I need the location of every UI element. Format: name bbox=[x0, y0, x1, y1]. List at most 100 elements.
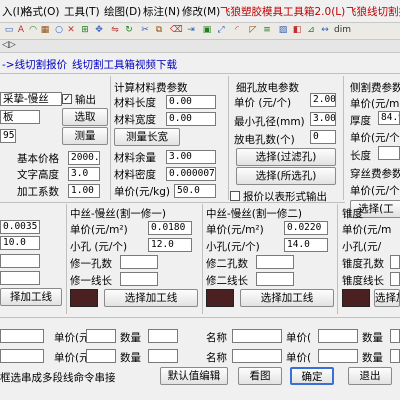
arc-tool-icon[interactable]: ◠ bbox=[28, 25, 38, 36]
edm-min-hole-field[interactable]: 3.00 bbox=[310, 112, 336, 126]
other-row1-qty2-field[interactable] bbox=[390, 329, 400, 343]
fillet-tool-icon[interactable]: ◜ bbox=[232, 25, 242, 36]
other-row1-name2-field[interactable] bbox=[232, 329, 282, 343]
size-field[interactable]: 954 bbox=[0, 129, 16, 143]
mid-slow-two-trim-count-field[interactable] bbox=[256, 255, 294, 269]
measure-tool-icon[interactable]: ⊿ bbox=[306, 25, 316, 36]
output-checkbox[interactable]: ✓ bbox=[62, 94, 72, 104]
mid-slow-one-add-line-button[interactable]: 选择加工线 bbox=[104, 289, 198, 307]
mid-slow-two-unit-price-field[interactable]: 0.0220 bbox=[284, 221, 328, 235]
edm-unit-price-field[interactable]: 2.00 bbox=[310, 93, 336, 107]
tab-wire-cut-quote[interactable]: ->线切割报价 bbox=[2, 57, 67, 72]
mid-slow-one-trim-length-field[interactable] bbox=[120, 272, 158, 286]
mid-slow-two-hole-field[interactable]: 14.0 bbox=[284, 238, 328, 252]
other-row2-unit2-field[interactable] bbox=[318, 349, 358, 363]
divider bbox=[343, 76, 344, 200]
col1-unit-price-field[interactable]: 0.0035 bbox=[0, 220, 40, 234]
move-tool-icon[interactable]: ✥ bbox=[94, 25, 104, 36]
trim-tool-icon[interactable]: ✂ bbox=[140, 25, 150, 36]
mid-slow-two-trim-length-field[interactable] bbox=[256, 272, 294, 286]
mirror-tool-icon[interactable]: ⇋ bbox=[110, 25, 120, 36]
mid-slow-two-add-line-button[interactable]: 选择加工线 bbox=[240, 289, 334, 307]
menu-wire-cut-quote[interactable]: 飞狼线切割报价 bbox=[346, 4, 400, 19]
default-edit-button[interactable]: 默认值编辑 bbox=[160, 367, 228, 385]
select-button[interactable]: 选取 bbox=[62, 108, 108, 126]
extend-tool-icon[interactable]: ⇥ bbox=[186, 25, 196, 36]
scroll-arrows-icon[interactable]: ◁▷ bbox=[2, 40, 16, 50]
edm-all-button[interactable]: 选择(所选孔) bbox=[236, 167, 336, 185]
cross-tool-icon[interactable]: ✕ bbox=[66, 25, 76, 36]
other-row2-qty-field[interactable] bbox=[148, 349, 178, 363]
col1-trim-length-field[interactable] bbox=[0, 271, 40, 285]
dimension-tool-icon[interactable]: ↔ bbox=[320, 25, 330, 36]
base-price-field[interactable]: 2000. bbox=[68, 151, 100, 165]
other-row2-name2-field[interactable] bbox=[232, 349, 282, 363]
rotate-tool-icon[interactable]: ↻ bbox=[124, 25, 134, 36]
taper-add-line-button[interactable]: 选择加工线 bbox=[374, 289, 400, 307]
other-row1-name-field[interactable] bbox=[0, 329, 44, 343]
other-row1-qty-field[interactable] bbox=[148, 329, 178, 343]
material-unit-price-field[interactable]: 50.0 bbox=[174, 184, 216, 198]
block-tool-icon[interactable]: ◧ bbox=[292, 25, 302, 36]
menu-insert[interactable]: 入(I) bbox=[2, 4, 24, 19]
mid-slow-two-hole-label: 小孔(元/个) bbox=[206, 241, 260, 253]
dim-label[interactable]: dim bbox=[334, 25, 351, 35]
side-thickness-field[interactable]: 84.9 bbox=[378, 111, 400, 125]
mid-slow-two-color-swatch[interactable] bbox=[206, 289, 234, 307]
menu-modify[interactable]: 修改(M) bbox=[182, 4, 220, 19]
report-table-checkbox[interactable] bbox=[230, 191, 240, 201]
scale-tool-icon[interactable]: ⤢ bbox=[216, 25, 226, 36]
edm-count-label: 放电孔数(个) bbox=[234, 134, 295, 146]
mid-slow-one-trim-count-label: 修一孔数 bbox=[70, 258, 112, 270]
menu-format[interactable]: 格式(O) bbox=[22, 4, 59, 19]
col1-add-line-button[interactable]: 择加工线 bbox=[0, 288, 62, 306]
material-width-field[interactable]: 0.00 bbox=[166, 112, 216, 126]
other-row2-name-field[interactable] bbox=[0, 349, 44, 363]
menu-tools[interactable]: 工具(T) bbox=[64, 4, 100, 19]
process-coef-field[interactable]: 1.00 bbox=[68, 184, 100, 198]
hatch-tool-icon[interactable]: ▨ bbox=[278, 25, 288, 36]
material-length-field[interactable]: 0.00 bbox=[166, 95, 216, 109]
mid-slow-one-trim-count-field[interactable] bbox=[120, 255, 158, 269]
other-row1-unit2-field[interactable] bbox=[318, 329, 358, 343]
erase-tool-icon[interactable]: ⌫ bbox=[170, 25, 183, 36]
tab-video-download[interactable]: 线切割工具箱视频下载 bbox=[72, 57, 177, 72]
edm-filter-button[interactable]: 选择(过滤孔) bbox=[236, 148, 336, 166]
text-height-field[interactable]: 3.0 bbox=[68, 167, 100, 181]
menu-draw[interactable]: 绘图(D) bbox=[104, 4, 141, 19]
material-margin-field[interactable]: 3.00 bbox=[166, 150, 216, 164]
exit-button[interactable]: 退出 bbox=[348, 367, 392, 385]
col1-trim-count-field[interactable] bbox=[0, 254, 40, 268]
other-row2-qty2-field[interactable] bbox=[390, 349, 400, 363]
measure-button[interactable]: 测量 bbox=[62, 127, 108, 145]
mid-slow-one-hole-field[interactable]: 12.0 bbox=[148, 238, 192, 252]
edm-count-field[interactable]: 0 bbox=[310, 130, 336, 144]
taper-length-field[interactable] bbox=[390, 272, 400, 286]
layer-tool-icon[interactable]: ≡ bbox=[262, 25, 272, 36]
col1-hole-field[interactable]: 10.0 bbox=[0, 236, 40, 250]
mid-slow-one-unit-price-field[interactable]: 0.0180 bbox=[148, 221, 192, 235]
circle-tool-icon[interactable]: ○ bbox=[54, 25, 64, 36]
ok-button[interactable]: 确定 bbox=[290, 367, 334, 385]
measure-length-width-button[interactable]: 测量长宽 bbox=[114, 128, 180, 146]
line-tool-icon[interactable]: ▭ bbox=[4, 25, 14, 36]
grid-tool-icon[interactable]: ⊞ bbox=[80, 25, 90, 36]
material-density-field[interactable]: 0.00000780 bbox=[166, 167, 216, 181]
menu-dimension[interactable]: 标注(N) bbox=[143, 4, 180, 19]
mid-slow-one-color-swatch[interactable] bbox=[70, 289, 98, 307]
taper-count-field[interactable] bbox=[390, 255, 400, 269]
menu-mold-toolbox[interactable]: 飞狼塑胶模具工具箱2.0(L) bbox=[220, 4, 345, 19]
side-length-field[interactable] bbox=[378, 146, 400, 160]
table-tool-icon[interactable]: ▦ bbox=[40, 25, 50, 36]
view-drawing-button[interactable]: 看图 bbox=[238, 367, 282, 385]
array-tool-icon[interactable]: ▣ bbox=[202, 25, 212, 36]
plate-select[interactable]: 板 bbox=[0, 110, 40, 124]
other-row2-unit2-label: 单价( bbox=[286, 352, 312, 364]
text-tool-icon[interactable]: A bbox=[16, 25, 26, 36]
machine-select[interactable]: 采挚-慢丝 bbox=[0, 92, 62, 106]
taper-color-swatch[interactable] bbox=[342, 289, 370, 307]
offset-tool-icon[interactable]: ⧉ bbox=[154, 25, 164, 36]
other-row2-unit-field[interactable] bbox=[86, 349, 116, 363]
other-row1-unit-field[interactable] bbox=[86, 329, 116, 343]
chamfer-tool-icon[interactable]: ◸ bbox=[248, 25, 258, 36]
